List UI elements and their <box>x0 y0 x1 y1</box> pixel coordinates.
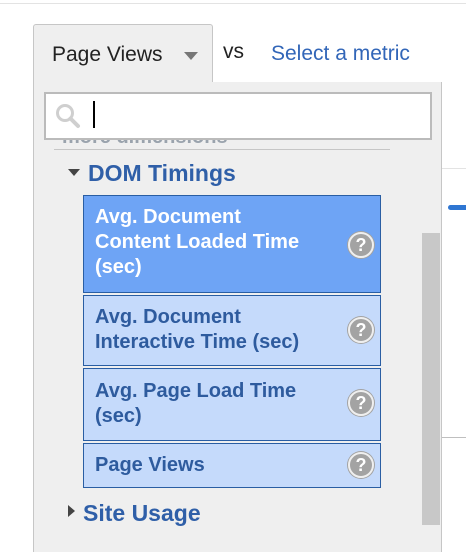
background-grid-line <box>440 437 466 438</box>
triangle-down-icon <box>68 169 80 176</box>
metric-item-label-line: Content Loaded Time <box>95 231 300 253</box>
background-grid-line <box>438 168 466 169</box>
search-icon <box>56 104 80 128</box>
group-dom-timings[interactable]: DOM Timings <box>68 160 236 187</box>
help-icon[interactable]: ? <box>348 390 374 416</box>
metric-item-page-views[interactable]: Page Views ? <box>83 443 381 488</box>
metric-dropdown-button[interactable]: Page Views <box>33 24 213 82</box>
search-input[interactable] <box>44 92 432 140</box>
help-icon[interactable]: ? <box>348 232 374 258</box>
group-dom-timings-label: DOM Timings <box>88 160 236 186</box>
metric-item-label-line: (sec) <box>95 256 142 278</box>
metric-item-avg-document-content-loaded-time[interactable]: Avg. Document Content Loaded Time (sec) … <box>83 195 381 293</box>
help-icon[interactable]: ? <box>348 452 374 478</box>
vs-label: vs <box>223 40 244 63</box>
background-chart-line <box>448 205 466 210</box>
metric-item-label-line: (sec) <box>95 405 142 427</box>
chevron-down-icon <box>184 52 198 60</box>
help-icon[interactable]: ? <box>348 317 374 343</box>
metric-item-label-line: Avg. Page Load Time <box>95 380 297 402</box>
dropdown-scrollbar[interactable] <box>422 233 440 525</box>
metric-item-label-line: Page Views <box>95 454 205 476</box>
group-site-usage[interactable]: Site Usage <box>67 500 201 527</box>
top-divider <box>0 3 466 4</box>
search-separator <box>54 149 390 150</box>
text-cursor <box>93 101 95 128</box>
select-metric-link[interactable]: Select a metric <box>271 42 410 66</box>
metric-item-label-line: Avg. Document <box>95 306 241 328</box>
metric-item-avg-document-interactive-time[interactable]: Avg. Document Interactive Time (sec) ? <box>83 295 381 366</box>
metric-item-label-line: Avg. Document <box>95 206 241 228</box>
metric-item-avg-page-load-time[interactable]: Avg. Page Load Time (sec) ? <box>83 368 381 441</box>
metric-dropdown-label: Page Views <box>52 43 163 66</box>
group-site-usage-label: Site Usage <box>83 500 201 526</box>
metric-item-label-line: Interactive Time (sec) <box>95 331 300 353</box>
